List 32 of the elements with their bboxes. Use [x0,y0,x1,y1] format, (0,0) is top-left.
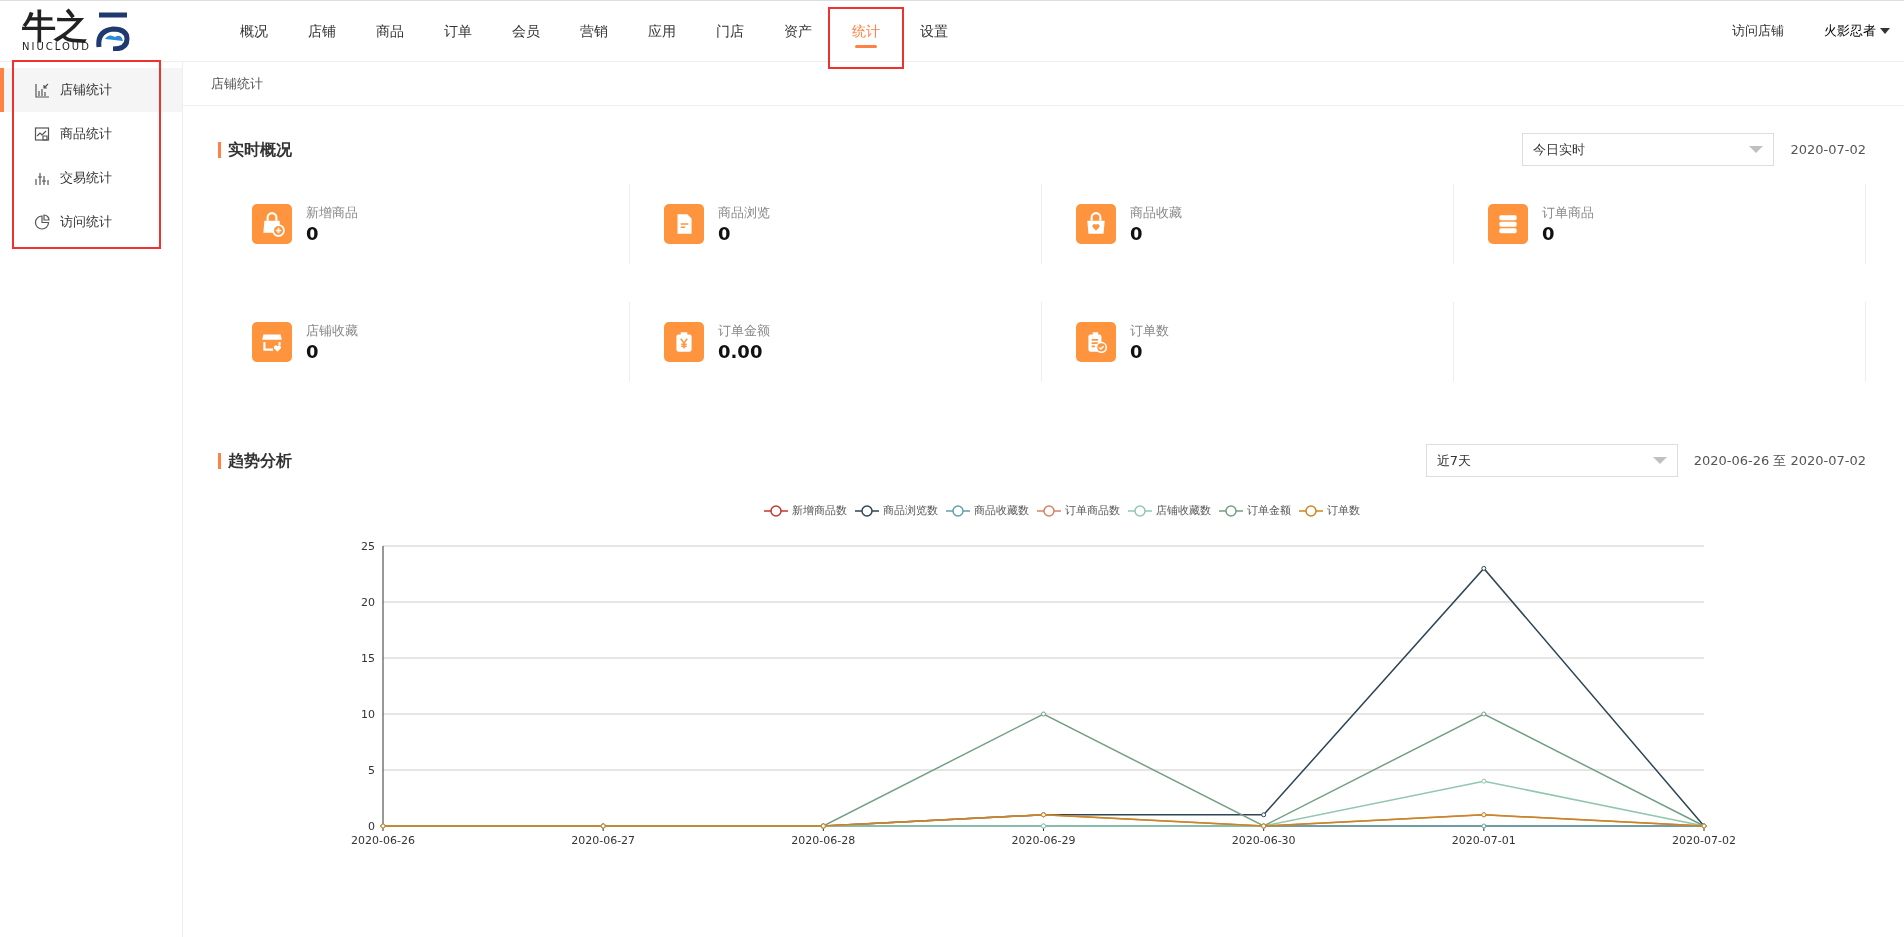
y-tick-label: 15 [361,651,375,665]
stat-label: 订单数 [1130,322,1169,341]
stat-value: 0 [306,340,320,363]
stat-label: 商品浏览 [718,204,770,223]
x-tick-label: 2020-06-27 [571,833,636,847]
stat-label: 订单商品 [1542,204,1594,223]
x-tick-label: 2020-06-26 [351,833,415,847]
stat-value: 0 [1130,340,1144,363]
date-range-text: 2020-07-02 [1790,140,1866,159]
stat-label: 商品收藏 [1130,204,1182,223]
y-tick-label: 0 [368,819,375,833]
stat-value: 0 [718,222,732,245]
x-tick-label: 2020-06-28 [791,833,856,847]
stat-value: 0.00 [718,340,764,363]
section-title: 实时概况 [218,141,292,158]
stat-value: 0 [1130,222,1144,245]
y-tick-label: 10 [361,707,375,721]
x-tick-label: 2020-07-01 [1451,833,1516,847]
x-tick-label: 2020-06-29 [1011,833,1076,847]
stat-value: 0 [1542,222,1556,245]
logo: 牛之 NIUCLOUD [22,10,131,52]
section-title: 趋势分析 [218,452,292,469]
stat-label: 新增商品 [306,204,358,223]
date-range-text: 2020-06-26 至 2020-07-02 [1693,451,1866,470]
y-tick-label: 20 [361,595,375,609]
stat-label: 店铺收藏 [306,322,358,341]
stat-label: 订单金额 [718,322,770,341]
stat-value: 0 [306,222,320,245]
y-tick-label: 25 [361,539,375,553]
x-tick-label: 2020-07-02 [1672,833,1736,847]
x-tick-label: 2020-06-30 [1231,833,1296,847]
y-tick-label: 5 [368,763,375,777]
